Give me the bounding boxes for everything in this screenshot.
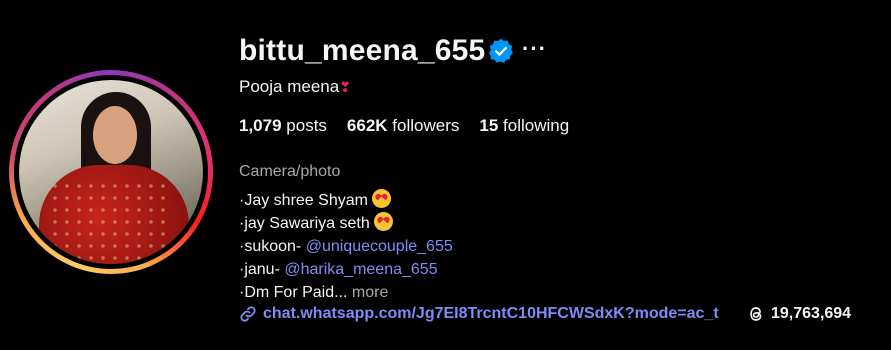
avatar-pattern: [49, 180, 169, 264]
bio-line: ·Dm For Paid... more: [239, 281, 453, 304]
bio-text: ·sukoon-: [239, 238, 306, 255]
posts-count: 1,079: [239, 116, 282, 135]
link-url[interactable]: chat.whatsapp.com/Jg7EI8TrcntC10HFCWSdxK…: [263, 305, 719, 323]
verified-badge-icon: [489, 38, 513, 63]
following-stat[interactable]: 15 following: [479, 116, 569, 136]
bio-line: ·Jay shree Shyam: [239, 189, 453, 212]
profile-bio: ·Jay shree Shyam ·jay Sawariya seth ·suk…: [239, 189, 453, 304]
bio-line: ·jay Sawariya seth: [239, 212, 453, 235]
profile-link[interactable]: chat.whatsapp.com/Jg7EI8TrcntC10HFCWSdxK…: [239, 305, 719, 323]
profile-stats: 1,079 posts 662K followers 15 following: [239, 116, 569, 136]
full-name-text: Pooja meena: [239, 77, 340, 96]
profile-category: Camera/photo: [239, 163, 341, 180]
followers-stat[interactable]: 662K followers: [347, 116, 459, 136]
bio-text: ·janu-: [239, 261, 285, 278]
avatar-face: [93, 106, 137, 164]
bio-text: ·jay Sawariya seth: [239, 215, 370, 232]
mention-link[interactable]: @uniquecouple_655: [306, 238, 453, 255]
profile-avatar-ring[interactable]: [9, 70, 213, 274]
threads-count: 19,763,694: [771, 305, 852, 322]
threads-icon: [750, 307, 762, 321]
more-options-button[interactable]: ···: [522, 36, 547, 62]
posts-label: posts: [286, 116, 327, 135]
threads-badge[interactable]: 19,763,694: [747, 305, 851, 323]
bio-line: ·sukoon- @uniquecouple_655: [239, 235, 453, 258]
bio-text: ·Dm For Paid...: [239, 284, 352, 301]
following-count: 15: [479, 116, 499, 135]
followers-label: followers: [392, 116, 460, 135]
heart-eyes-emoji-icon: [371, 189, 391, 208]
following-label: following: [503, 116, 570, 135]
avatar[interactable]: [19, 80, 203, 264]
profile-username: bittu_meena_655: [239, 34, 486, 67]
link-icon: [240, 306, 256, 322]
avatar-gap: [14, 75, 208, 269]
followers-count: 662K: [346, 116, 388, 135]
heart-eyes-emoji-icon: [373, 212, 393, 231]
posts-stat: 1,079 posts: [239, 116, 327, 136]
mention-link[interactable]: @harika_meena_655: [284, 261, 437, 278]
bio-line: ·janu- @harika_meena_655: [239, 258, 453, 281]
profile-full-name: Pooja meena❣: [239, 77, 351, 97]
bio-text: ·Jay shree Shyam: [239, 192, 368, 209]
bio-more-button[interactable]: more: [352, 284, 388, 301]
heart-emoji: ❣: [339, 79, 351, 95]
